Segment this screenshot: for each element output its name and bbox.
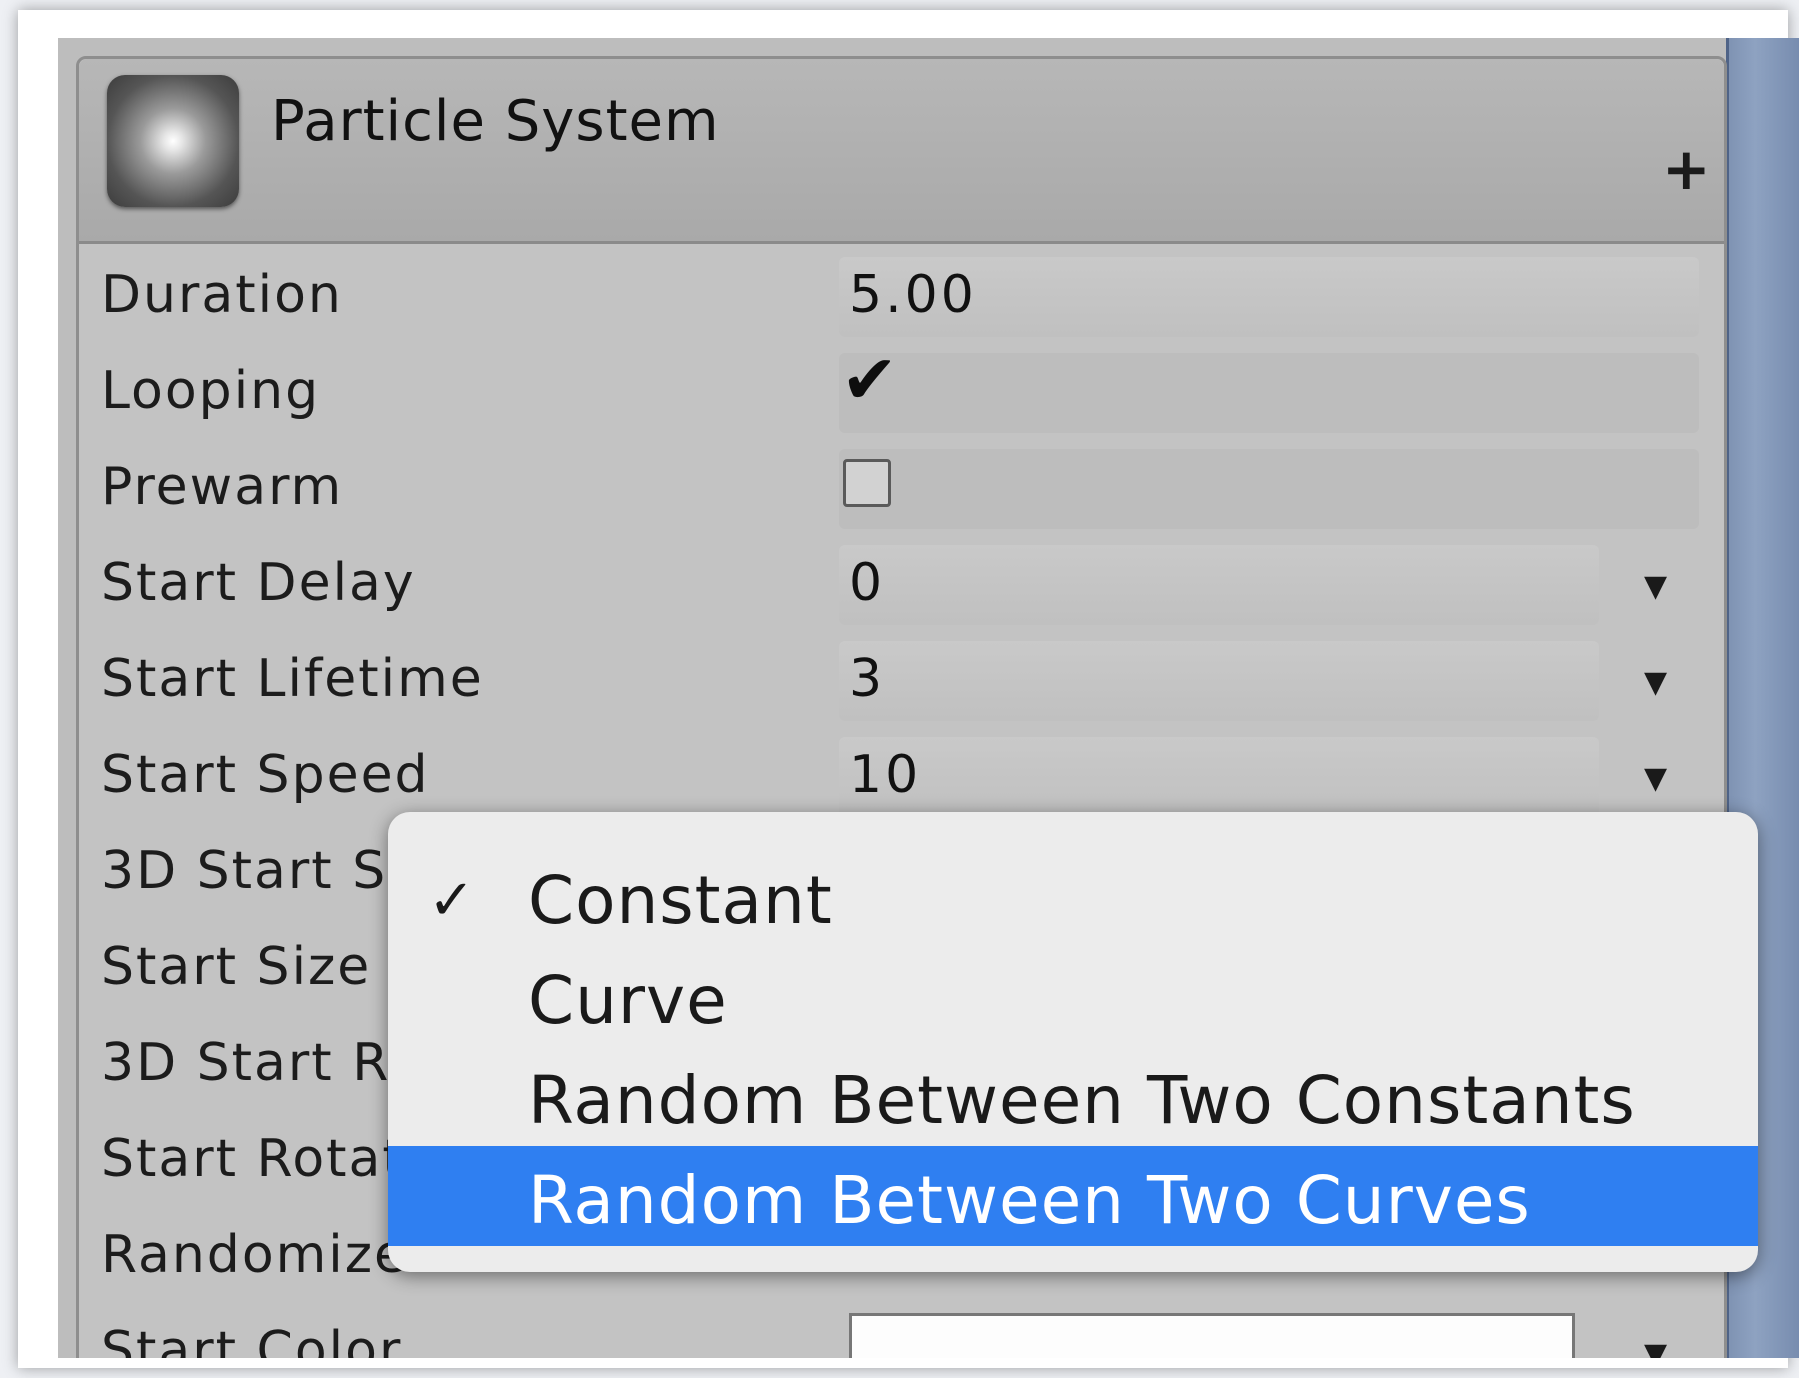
start-lifetime-label: Start Lifetime	[101, 649, 484, 709]
duration-value[interactable]: 5.00	[849, 265, 977, 325]
row-duration: Duration 5.00	[79, 251, 1724, 347]
looping-checkbox[interactable]: ✔	[841, 341, 898, 420]
panel-title: Particle System	[271, 89, 720, 154]
start-lifetime-value[interactable]: 3	[849, 649, 885, 709]
start-color-label: Start Color	[101, 1321, 403, 1358]
3d-start-rotation-label: 3D Start Ro	[101, 1033, 422, 1093]
start-speed-value[interactable]: 10	[849, 745, 921, 805]
menu-item-curve[interactable]: Curve	[388, 946, 1758, 1046]
menu-item-label: Random Between Two Constants	[528, 1062, 1636, 1139]
randomize-label: Randomize	[101, 1225, 409, 1285]
menu-item-constant[interactable]: ✓ Constant	[388, 846, 1758, 946]
prewarm-checkbox[interactable]	[843, 459, 891, 507]
start-speed-field[interactable]	[839, 737, 1599, 817]
row-start-lifetime: Start Lifetime 3 ▼	[79, 635, 1724, 731]
row-start-color: Start Color ▼	[79, 1307, 1724, 1358]
dropdown-arrow-icon[interactable]: ▼	[1644, 569, 1667, 604]
start-delay-label: Start Delay	[101, 553, 416, 613]
3d-start-size-label: 3D Start Si	[101, 841, 404, 901]
menu-item-label: Curve	[528, 962, 728, 1039]
plus-icon[interactable]: +	[1662, 140, 1711, 198]
start-delay-value[interactable]: 0	[849, 553, 885, 613]
start-speed-label: Start Speed	[101, 745, 430, 805]
prewarm-field-bg	[839, 449, 1699, 529]
start-size-label: Start Size	[101, 937, 372, 997]
checkmark-icon: ✓	[428, 868, 475, 933]
menu-item-label: Random Between Two Curves	[528, 1162, 1531, 1239]
looping-label: Looping	[101, 361, 321, 421]
particle-system-icon	[107, 75, 239, 207]
dropdown-arrow-icon[interactable]: ▼	[1644, 665, 1667, 700]
row-start-delay: Start Delay 0 ▼	[79, 539, 1724, 635]
dropdown-arrow-icon[interactable]: ▼	[1644, 761, 1667, 796]
panel-header[interactable]: Particle System +	[79, 59, 1724, 244]
menu-item-random-two-curves[interactable]: Random Between Two Curves	[388, 1146, 1758, 1246]
curve-mode-menu: ✓ Constant Curve Random Between Two Cons…	[388, 812, 1758, 1272]
row-looping: Looping ✔	[79, 341, 1724, 443]
start-rotation-label: Start Rotati	[101, 1129, 422, 1189]
dropdown-arrow-icon[interactable]: ▼	[1644, 1337, 1667, 1358]
prewarm-label: Prewarm	[101, 457, 344, 517]
row-prewarm: Prewarm	[79, 443, 1724, 539]
start-color-swatch[interactable]	[849, 1313, 1575, 1358]
menu-item-random-two-constants[interactable]: Random Between Two Constants	[388, 1046, 1758, 1146]
start-lifetime-field[interactable]	[839, 641, 1599, 721]
start-delay-field[interactable]	[839, 545, 1599, 625]
looping-field-bg	[839, 353, 1699, 433]
menu-item-label: Constant	[528, 862, 833, 939]
screenshot-frame: Particle System + Duration 5.00 Looping …	[18, 10, 1799, 1368]
duration-label: Duration	[101, 265, 343, 325]
